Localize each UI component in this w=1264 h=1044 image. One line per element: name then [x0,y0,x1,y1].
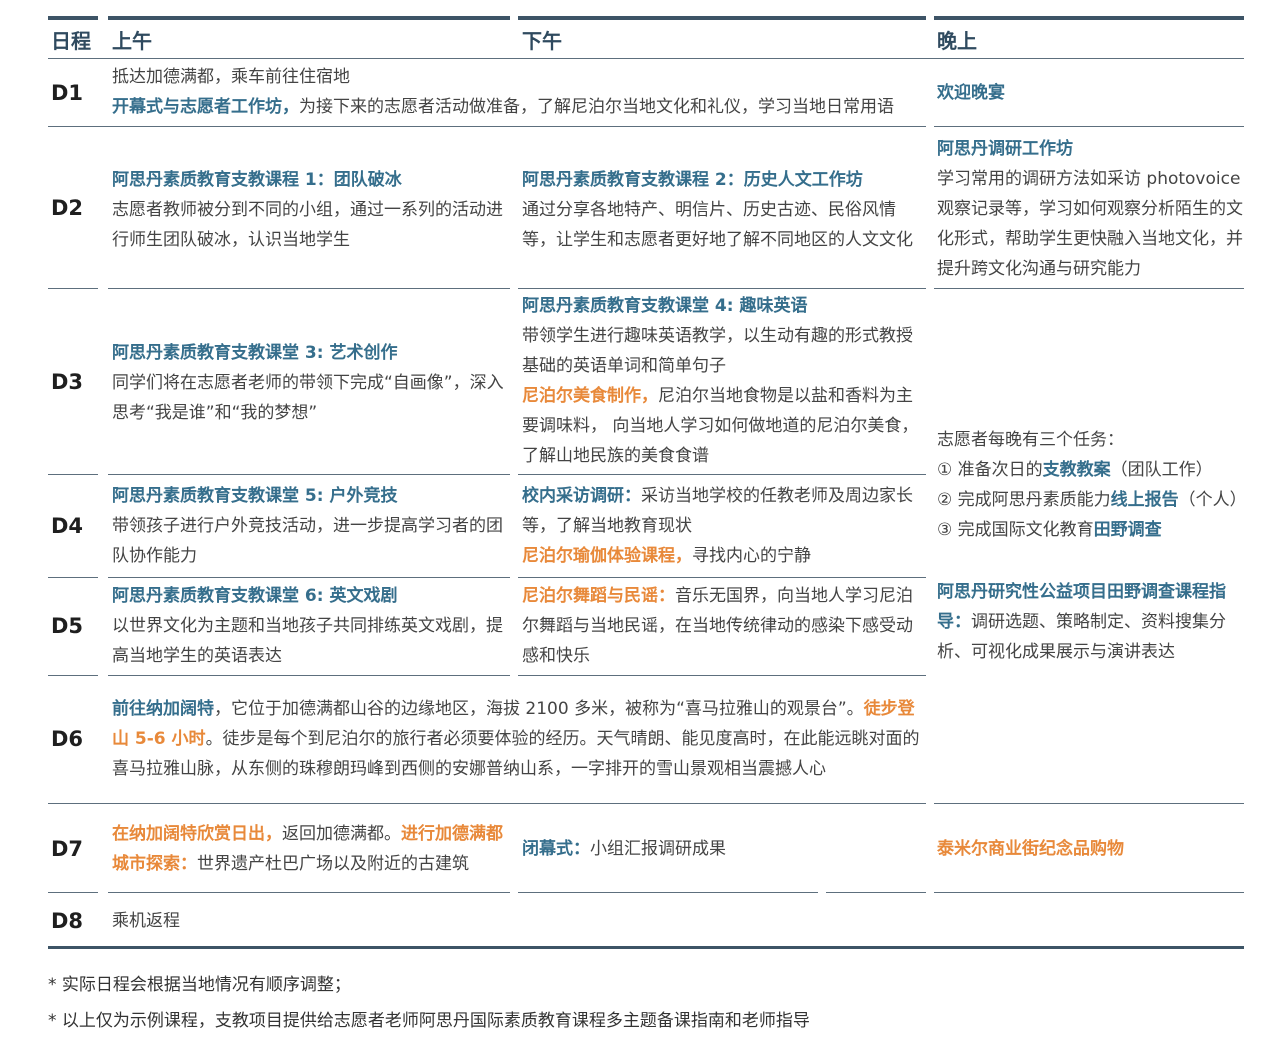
d2-pm-text: 通过分享各地特产、明信片、历史古迹、民俗风情等，让学生和志愿者更好地了解不同地区… [522,200,913,250]
header-top-rule-am [108,16,510,20]
d8-label: D8 [51,909,84,933]
d7-am-title1: 在纳加阔特欣赏日出， [112,824,282,844]
d2-bottom-rule [48,288,98,289]
d2-ev-text: 学习常用的调研方法如采访 photovoice 观察记录等，学习如何观察分析陌生… [937,169,1243,279]
header-afternoon: 下午 [522,29,562,53]
d7-bottom-rule-pm-b [826,892,926,893]
d5-am-title: 阿思丹素质教育支教课堂 6: 英文戏剧 [112,586,398,606]
d4-bottom-rule-am [108,577,510,578]
d1-bottom-rule-ev [934,126,1244,127]
d3-pm-text: 带领学生进行趣味英语教学，以生动有趣的形式教授基础的英语单词和简单句子 [522,326,913,376]
d2-am-title: 阿思丹素质教育支教课程 1：团队破冰 [112,170,402,190]
d4-morning: 阿思丹素质教育支教课堂 5: 户外竞技 带领孩子进行户外竞技活动，进一步提高学习… [112,481,510,571]
d6-title1: 前往纳加阔特 [112,699,214,719]
d4-pm-title2: 尼泊尔瑜伽体验课程， [522,546,692,566]
d5-bottom-rule [48,675,98,676]
d5-label: D5 [51,614,84,638]
d7-bottom-rule-am [108,892,510,893]
d4-pm-title: 校内采访调研： [522,486,641,506]
d5-bottom-rule-am [108,675,510,676]
header-top-rule-ev [934,16,1244,20]
task-1: ① 准备次日的支教教案（团队工作） [937,460,1213,480]
d7-evening: 泰米尔商业街纪念品购物 [937,839,1124,859]
d7-bottom-rule-ev [934,892,1244,893]
d2-evening: 阿思丹调研工作坊 学习常用的调研方法如采访 photovoice 观察记录等，学… [937,134,1243,284]
header-top-rule-pm [518,16,926,20]
d2-afternoon: 阿思丹素质教育支教课程 2：历史人文工作坊 通过分享各地特产、明信片、历史古迹、… [522,165,926,255]
d5-am-text: 以世界文化为主题和当地孩子共同排练英文戏剧，提高当地学生的英语表达 [112,616,503,666]
d3-bottom-rule-pm [518,474,926,475]
d7-bottom-rule [48,892,98,893]
d7-afternoon: 闭幕式：小组汇报调研成果 [522,834,926,864]
d7-am-text2: 世界遗产杜巴广场以及附近的古建筑 [197,854,469,874]
task-2: ② 完成阿思丹素质能力线上报告（个人） [937,490,1247,510]
header-day: 日程 [51,29,91,53]
d3-morning: 阿思丹素质教育支教课堂 3: 艺术创作 同学们将在志愿者老师的带领下完成“自画像… [112,338,510,428]
d1-opening-text: 为接下来的志愿者活动做准备，了解尼泊尔当地文化和礼仪，学习当地日常用语 [299,97,894,117]
header-morning: 上午 [112,29,152,53]
d1-evening: 欢迎晚宴 [937,83,1005,103]
d4-bottom-rule-pm [518,577,926,578]
d4-pm-text2: 寻找内心的宁静 [692,546,811,566]
d1-line2: 开幕式与志愿者工作坊，为接下来的志愿者活动做准备，了解尼泊尔当地文化和礼仪，学习… [112,92,922,122]
d8-content: 乘机返程 [112,911,180,931]
evening-tasks: 志愿者每晚有三个任务： ① 准备次日的支教教案（团队工作） ② 完成阿思丹素质能… [937,425,1247,545]
d3-label: D3 [51,370,84,394]
d7-label: D7 [51,837,84,861]
d6-text1: ，它位于加德满都山谷的边缘地区，海拔 2100 多米，被称为“喜马拉雅山的观景台… [214,699,864,719]
d2-label: D2 [51,196,84,220]
d3-am-text: 同学们将在志愿者老师的带领下完成“自画像”，深入思考“我是谁”和“我的梦想” [112,373,504,423]
d4-afternoon: 校内采访调研：采访当地学校的任教老师及周边家长等，了解当地教育现状 尼泊尔瑜伽体… [522,481,926,571]
d7-am-text1: 返回加德满都。 [282,824,401,844]
d2-bottom-rule-pm [518,288,926,289]
d1-bottom-rule [48,126,926,127]
d5-evening: 阿思丹研究性公益项目田野调查课程指导：调研选题、策略制定、资料搜集分析、可视化成… [937,577,1243,667]
d1-content: 抵达加德满都，乘车前往住宿地 开幕式与志愿者工作坊，为接下来的志愿者活动做准备，… [112,62,922,122]
d4-am-text: 带领孩子进行户外竞技活动，进一步提高学习者的团队协作能力 [112,516,503,566]
d7-pm-text: 小组汇报调研成果 [590,839,726,859]
d2-bottom-rule-am [108,288,510,289]
d7-pm-title: 闭幕式： [522,839,590,859]
d6-bottom-rule-ev [934,803,1244,804]
d3-pm-title: 阿思丹素质教育支教课堂 4: 趣味英语 [522,296,808,316]
d5-ev-text: 调研选题、策略制定、资料搜集分析、可视化成果展示与演讲表达 [937,612,1226,662]
d2-pm-title: 阿思丹素质教育支教课程 2：历史人文工作坊 [522,170,863,190]
d2-am-text: 志愿者教师被分到不同的小组，通过一系列的活动进行师生团队破冰，认识当地学生 [112,200,503,250]
note-1: * 实际日程会根据当地情况有顺序调整； [48,975,351,995]
table-bottom-rule [48,946,1244,949]
d3-am-title: 阿思丹素质教育支教课堂 3: 艺术创作 [112,343,398,363]
d3-afternoon: 阿思丹素质教育支教课堂 4: 趣味英语 带领学生进行趣味英语教学，以生动有趣的形… [522,291,926,471]
header-evening: 晚上 [937,29,977,53]
d7-bottom-rule-pm-a [518,892,818,893]
d4-bottom-rule [48,577,98,578]
d2-morning: 阿思丹素质教育支教课程 1：团队破冰 志愿者教师被分到不同的小组，通过一系列的活… [112,165,510,255]
d3-pm-title2: 尼泊尔美食制作， [522,386,658,406]
d5-afternoon: 尼泊尔舞蹈与民谣：音乐无国界，向当地人学习尼泊尔舞蹈与当地民谣，在当地传统律动的… [522,581,926,671]
d6-bottom-rule [48,803,926,804]
d5-morning: 阿思丹素质教育支教课堂 6: 英文戏剧 以世界文化为主题和当地孩子共同排练英文戏… [112,581,510,671]
note-2: * 以上仅为示例课程，支教项目提供给志愿者老师阿思丹国际素质教育课程多主题备课指… [48,1011,810,1031]
d6-text2: 。徒步是每个到尼泊尔的旅行者必须要体验的经历。天气晴朗、能见度高时，在此能远眺对… [112,729,920,779]
d5-pm-title: 尼泊尔舞蹈与民谣： [522,586,675,606]
d1-label: D1 [51,81,84,105]
task-3: ③ 完成国际文化教育田野调查 [937,520,1162,540]
d3-bottom-rule-am [108,474,510,475]
d7-morning: 在纳加阔特欣赏日出，返回加德满都。进行加德满都城市探索：世界遗产杜巴广场以及附近… [112,819,510,879]
d2-bottom-rule-ev [934,288,1244,289]
d4-label: D4 [51,514,84,538]
d2-ev-title: 阿思丹调研工作坊 [937,139,1073,159]
header-top-rule-day [48,16,98,20]
d3-bottom-rule [48,474,98,475]
d1-line1: 抵达加德满都，乘车前往住宿地 [112,67,350,87]
d4-am-title: 阿思丹素质教育支教课堂 5: 户外竞技 [112,486,398,506]
tasks-intro: 志愿者每晚有三个任务： [937,430,1124,450]
d5-bottom-rule-pm [518,675,926,676]
d6-label: D6 [51,727,84,751]
d6-content: 前往纳加阔特，它位于加德满都山谷的边缘地区，海拔 2100 多米，被称为“喜马拉… [112,694,926,784]
d1-opening-title: 开幕式与志愿者工作坊， [112,97,299,117]
header-bottom-rule [48,58,1244,59]
